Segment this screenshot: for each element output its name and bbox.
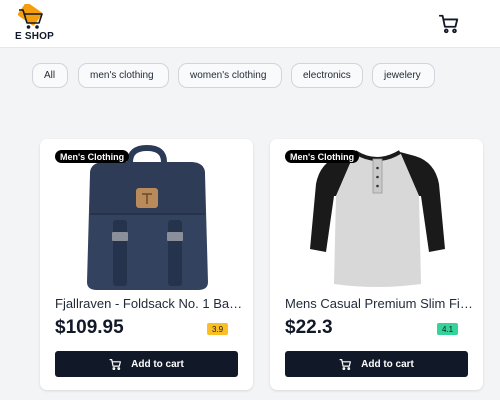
product-card[interactable]: Men's Clothing Mens Casual Premium Slim … <box>270 139 483 390</box>
product-price: $22.3 <box>285 317 333 338</box>
backpack-image <box>87 144 208 290</box>
brand-name: E SHOP <box>15 31 54 42</box>
filter-chip-electronics[interactable]: electronics <box>291 63 363 88</box>
category-badge: Men's Clothing <box>285 150 360 163</box>
product-card[interactable]: Men's Clothing Fjallraven - Foldsack No.… <box>40 139 253 390</box>
filter-chip-womens-clothing[interactable]: women's clothing <box>178 63 282 88</box>
add-to-cart-label: Add to cart <box>361 358 414 370</box>
filter-chip-mens-clothing[interactable]: men's clothing <box>78 63 169 88</box>
add-to-cart-button[interactable]: Add to cart <box>55 351 238 377</box>
product-title[interactable]: Mens Casual Premium Slim Fit T-Shirts <box>285 296 475 311</box>
logo[interactable]: E SHOP <box>14 4 58 44</box>
filter-chip-label: men's clothing <box>90 70 154 81</box>
rating-badge: 3.9 <box>207 323 229 335</box>
shopping-cart-logo-icon <box>18 4 43 29</box>
filter-chip-jewelery[interactable]: jewelery <box>372 63 435 88</box>
raglan-shirt-image <box>310 150 445 287</box>
add-to-cart-label: Add to cart <box>131 358 184 370</box>
rating-badge: 4.1 <box>437 323 459 335</box>
filter-chip-label: women's clothing <box>190 70 267 81</box>
filter-chip-label: All <box>44 70 56 81</box>
product-title[interactable]: Fjallraven - Foldsack No. 1 Backpack, Fi… <box>55 296 245 311</box>
cart-icon <box>339 358 352 370</box>
filter-chip-label: jewelery <box>384 70 421 81</box>
add-to-cart-button[interactable]: Add to cart <box>285 351 468 377</box>
filter-chip-all[interactable]: All <box>32 63 68 88</box>
filter-chip-label: electronics <box>303 70 351 81</box>
product-price: $109.95 <box>55 317 124 338</box>
cart-icon <box>109 358 122 370</box>
cart-icon[interactable] <box>438 13 460 35</box>
category-badge: Men's Clothing <box>55 150 130 163</box>
header: E SHOP <box>0 0 500 48</box>
